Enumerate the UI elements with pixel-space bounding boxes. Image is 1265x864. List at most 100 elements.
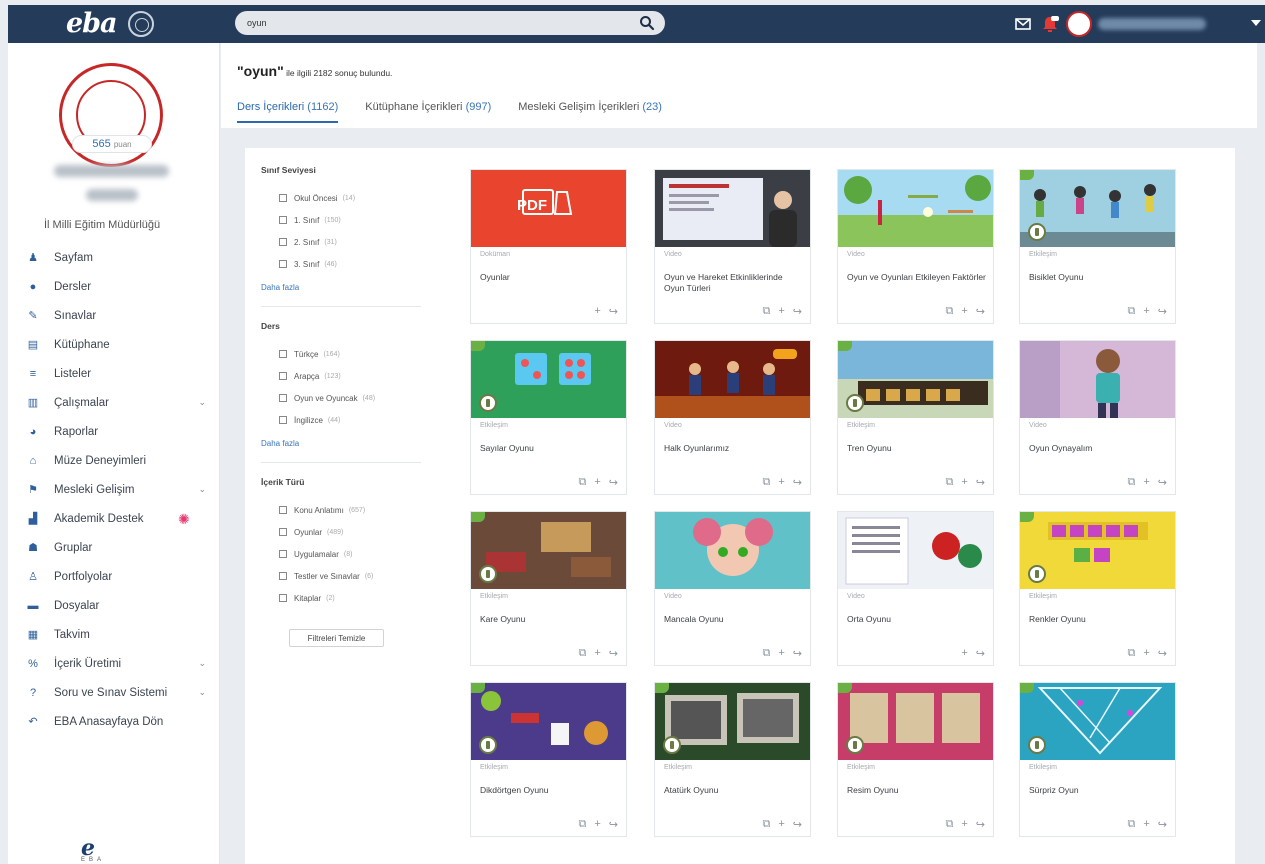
content-card[interactable]: Video Orta Oyunu + ↪: [837, 511, 994, 666]
sidebar-item-7[interactable]: ◕ Raporlar: [8, 417, 220, 446]
clear-filters-button[interactable]: Filtreleri Temizle: [289, 629, 384, 647]
plus-icon[interactable]: +: [778, 305, 784, 318]
search-box[interactable]: [235, 11, 665, 35]
checkbox[interactable]: [279, 394, 287, 402]
save-icon[interactable]: ⧉: [945, 818, 953, 831]
card-thumbnail[interactable]: [655, 341, 810, 418]
save-icon[interactable]: ⧉: [762, 818, 770, 831]
content-card[interactable]: PDF Doküman Oyunlar + ↪: [470, 169, 627, 324]
card-thumbnail[interactable]: [1020, 341, 1175, 418]
tab-3[interactable]: Mesleki Gelişim İçerikleri (23): [518, 101, 662, 123]
sidebar-item-16[interactable]: ? Soru ve Sınav Sistemi ⌄: [8, 678, 220, 707]
card-title[interactable]: Renkler Oyunu: [1029, 614, 1169, 625]
card-thumbnail[interactable]: [655, 170, 810, 247]
plus-icon[interactable]: +: [961, 647, 967, 660]
content-card[interactable]: Etkileşim Dikdörtgen Oyunu ⧉ + ↪: [470, 682, 627, 837]
share-icon[interactable]: ↪: [793, 476, 802, 489]
sidebar-item-6[interactable]: ▥ Çalışmalar ⌄: [8, 388, 220, 417]
more-link[interactable]: Daha fazla: [261, 439, 421, 448]
chevron-down-icon[interactable]: ⌄: [198, 484, 206, 495]
share-icon[interactable]: ↪: [1158, 305, 1167, 318]
tab-1[interactable]: Ders İçerikleri (1162): [237, 101, 339, 123]
content-card[interactable]: Etkileşim Resim Oyunu ⧉ + ↪: [837, 682, 994, 837]
checkbox[interactable]: [279, 550, 287, 558]
save-icon[interactable]: ⧉: [1127, 647, 1135, 660]
share-icon[interactable]: ↪: [976, 818, 985, 831]
sidebar-item-14[interactable]: ▦ Takvim: [8, 620, 220, 649]
card-title[interactable]: Tren Oyunu: [847, 443, 987, 454]
card-title[interactable]: Mancala Oyunu: [664, 614, 804, 625]
share-icon[interactable]: ↪: [793, 818, 802, 831]
card-thumbnail[interactable]: [1020, 170, 1175, 247]
plus-icon[interactable]: +: [594, 305, 600, 318]
share-icon[interactable]: ↪: [609, 647, 618, 660]
checkbox[interactable]: [279, 506, 287, 514]
save-icon[interactable]: ⧉: [1127, 818, 1135, 831]
plus-icon[interactable]: +: [1143, 476, 1149, 489]
sidebar-item-9[interactable]: ⚑ Mesleki Gelişim ⌄: [8, 475, 220, 504]
card-thumbnail[interactable]: [655, 512, 810, 589]
card-title[interactable]: Oyunlar: [480, 272, 620, 283]
checkbox[interactable]: [279, 238, 287, 246]
mail-icon[interactable]: [1013, 15, 1033, 33]
save-icon[interactable]: ⧉: [1127, 476, 1135, 489]
checkbox[interactable]: [279, 260, 287, 268]
card-thumbnail[interactable]: [471, 512, 626, 589]
notification-icon[interactable]: [1040, 15, 1060, 33]
eba-logo[interactable]: eba: [66, 8, 118, 39]
save-icon[interactable]: ⧉: [762, 476, 770, 489]
caret-down-icon[interactable]: [1251, 20, 1261, 26]
share-icon[interactable]: ↪: [793, 305, 802, 318]
filter-option[interactable]: Kitaplar (2): [261, 587, 421, 609]
save-icon[interactable]: ⧉: [578, 476, 586, 489]
filter-option[interactable]: 3. Sınıf (46): [261, 253, 421, 275]
share-icon[interactable]: ↪: [793, 647, 802, 660]
checkbox[interactable]: [279, 194, 287, 202]
card-title[interactable]: Sayılar Oyunu: [480, 443, 620, 454]
plus-icon[interactable]: +: [1143, 305, 1149, 318]
share-icon[interactable]: ↪: [1158, 818, 1167, 831]
chevron-down-icon[interactable]: ⌄: [198, 658, 206, 669]
chevron-down-icon[interactable]: ⌄: [198, 397, 206, 408]
sidebar-item-13[interactable]: ▬ Dosyalar: [8, 591, 220, 620]
card-title[interactable]: Halk Oyunlarımız: [664, 443, 804, 454]
card-thumbnail[interactable]: [1020, 683, 1175, 760]
save-icon[interactable]: ⧉: [762, 647, 770, 660]
share-icon[interactable]: ↪: [976, 647, 985, 660]
share-icon[interactable]: ↪: [976, 476, 985, 489]
filter-option[interactable]: Türkçe (164): [261, 343, 421, 365]
card-title[interactable]: Dikdörtgen Oyunu: [480, 785, 620, 796]
filter-option[interactable]: Testler ve Sınavlar (6): [261, 565, 421, 587]
content-card[interactable]: Etkileşim Sayılar Oyunu ⧉ + ↪: [470, 340, 627, 495]
save-icon[interactable]: ⧉: [578, 647, 586, 660]
checkbox[interactable]: [279, 528, 287, 536]
plus-icon[interactable]: +: [961, 818, 967, 831]
card-title[interactable]: Sürpriz Oyun: [1029, 785, 1169, 796]
card-title[interactable]: Bisiklet Oyunu: [1029, 272, 1169, 283]
card-title[interactable]: Kare Oyunu: [480, 614, 620, 625]
save-icon[interactable]: ⧉: [945, 305, 953, 318]
user-avatar[interactable]: [1066, 11, 1092, 37]
share-icon[interactable]: ↪: [1158, 647, 1167, 660]
plus-icon[interactable]: +: [594, 818, 600, 831]
card-thumbnail[interactable]: [838, 512, 993, 589]
sidebar-item-8[interactable]: ⌂ Müze Deneyimleri: [8, 446, 220, 475]
filter-option[interactable]: Uygulamalar (8): [261, 543, 421, 565]
card-thumbnail[interactable]: [471, 341, 626, 418]
checkbox[interactable]: [279, 572, 287, 580]
card-title[interactable]: Oyun Oynayalım: [1029, 443, 1169, 454]
card-thumbnail[interactable]: [838, 683, 993, 760]
tab-2[interactable]: Kütüphane İçerikleri (997): [365, 101, 491, 123]
plus-icon[interactable]: +: [1143, 818, 1149, 831]
card-thumbnail[interactable]: [838, 170, 993, 247]
content-card[interactable]: Etkileşim Renkler Oyunu ⧉ + ↪: [1019, 511, 1176, 666]
search-icon[interactable]: [639, 15, 655, 31]
content-card[interactable]: Etkileşim Bisiklet Oyunu ⧉ + ↪: [1019, 169, 1176, 324]
content-card[interactable]: Video Halk Oyunlarımız ⧉ + ↪: [654, 340, 811, 495]
filter-option[interactable]: Oyun ve Oyuncak (48): [261, 387, 421, 409]
more-link[interactable]: Daha fazla: [261, 283, 421, 292]
plus-icon[interactable]: +: [961, 305, 967, 318]
filter-option[interactable]: 1. Sınıf (150): [261, 209, 421, 231]
card-title[interactable]: Atatürk Oyunu: [664, 785, 804, 796]
card-title[interactable]: Oyun ve Hareket Etkinliklerinde Oyun Tür…: [664, 272, 804, 294]
